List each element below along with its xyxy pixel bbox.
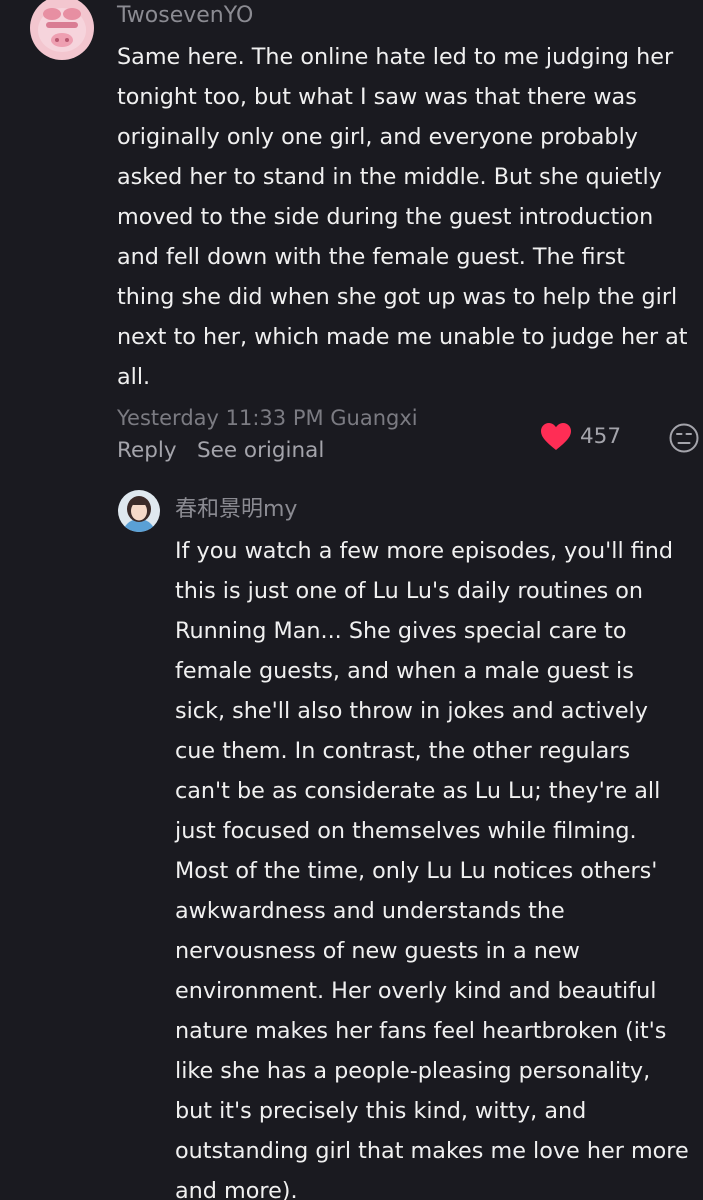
reply-button[interactable]: Reply — [117, 437, 177, 465]
reply-username[interactable]: 春和景明my — [175, 496, 297, 524]
heart-icon — [541, 423, 571, 450]
comment-timestamp: Yesterday 11:33 PM Guangxi — [117, 406, 418, 430]
girl-portrait-avatar-icon — [118, 490, 160, 532]
commenter-username[interactable]: TwosevenYO — [117, 2, 253, 30]
like-count: 457 — [580, 424, 622, 449]
comment-text: Same here. The online hate led to me jud… — [117, 44, 688, 390]
comment-thread: TwosevenYO Same here. The online hate le… — [0, 0, 703, 1200]
see-original-button[interactable]: See original — [197, 437, 324, 465]
commenter-avatar[interactable] — [30, 0, 94, 60]
dislike-face-icon — [669, 423, 699, 453]
reply-avatar[interactable] — [118, 490, 160, 532]
pink-plush-avatar-icon — [30, 0, 94, 60]
reply-text: If you watch a few more episodes, you'll… — [175, 538, 689, 1200]
like-button[interactable]: 457 — [540, 422, 621, 452]
dislike-button[interactable] — [668, 422, 700, 454]
